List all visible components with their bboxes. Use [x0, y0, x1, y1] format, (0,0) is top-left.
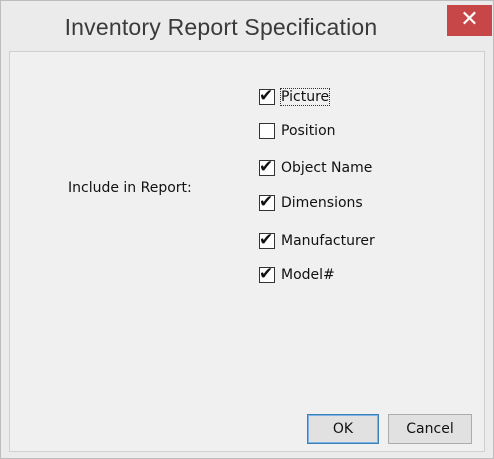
- checkmark-icon: ✔: [259, 157, 274, 177]
- include-in-report-label: Include in Report:: [68, 180, 192, 196]
- window-title: Inventory Report Specification: [64, 14, 378, 40]
- checkbox-box[interactable]: ✔: [259, 157, 275, 177]
- checkmark-icon: ✔: [259, 264, 274, 284]
- checkbox-label-dimensions: Dimensions: [281, 195, 363, 211]
- checkmark-icon: ✔: [259, 192, 274, 212]
- checkbox-label-picture: Picture: [279, 88, 331, 106]
- checkbox-label-object-name: Object Name: [281, 160, 373, 176]
- checkbox-object-name[interactable]: ✔ Object Name: [259, 157, 372, 179]
- checkbox-position[interactable]: ✔ Position: [259, 120, 336, 142]
- checkmark-icon: ✔: [259, 86, 274, 106]
- checkbox-label-manufacturer: Manufacturer: [281, 233, 375, 249]
- dialog-body: Include in Report: ✔ Picture ✔ Position …: [9, 51, 485, 452]
- checkbox-box[interactable]: ✔: [259, 86, 275, 106]
- checkmark-icon: ✔: [259, 230, 274, 250]
- title-bar[interactable]: Inventory Report Specification ✕: [1, 1, 493, 51]
- checkbox-dimensions[interactable]: ✔ Dimensions: [259, 192, 363, 214]
- ok-button[interactable]: OK: [307, 414, 379, 444]
- checkbox-manufacturer[interactable]: ✔ Manufacturer: [259, 230, 375, 252]
- dialog-window: Inventory Report Specification ✕ Include…: [0, 0, 494, 459]
- checkbox-picture[interactable]: ✔ Picture: [259, 86, 331, 108]
- checkbox-box[interactable]: ✔: [259, 192, 275, 212]
- checkbox-box[interactable]: ✔: [259, 264, 275, 284]
- close-button[interactable]: ✕: [447, 5, 492, 36]
- checkbox-label-model-number: Model#: [281, 267, 335, 283]
- checkbox-box[interactable]: ✔: [259, 123, 275, 139]
- checkbox-box[interactable]: ✔: [259, 230, 275, 250]
- close-icon: ✕: [460, 7, 479, 32]
- cancel-button[interactable]: Cancel: [388, 414, 472, 444]
- checkbox-model-number[interactable]: ✔ Model#: [259, 264, 335, 286]
- checkbox-label-position: Position: [281, 123, 336, 139]
